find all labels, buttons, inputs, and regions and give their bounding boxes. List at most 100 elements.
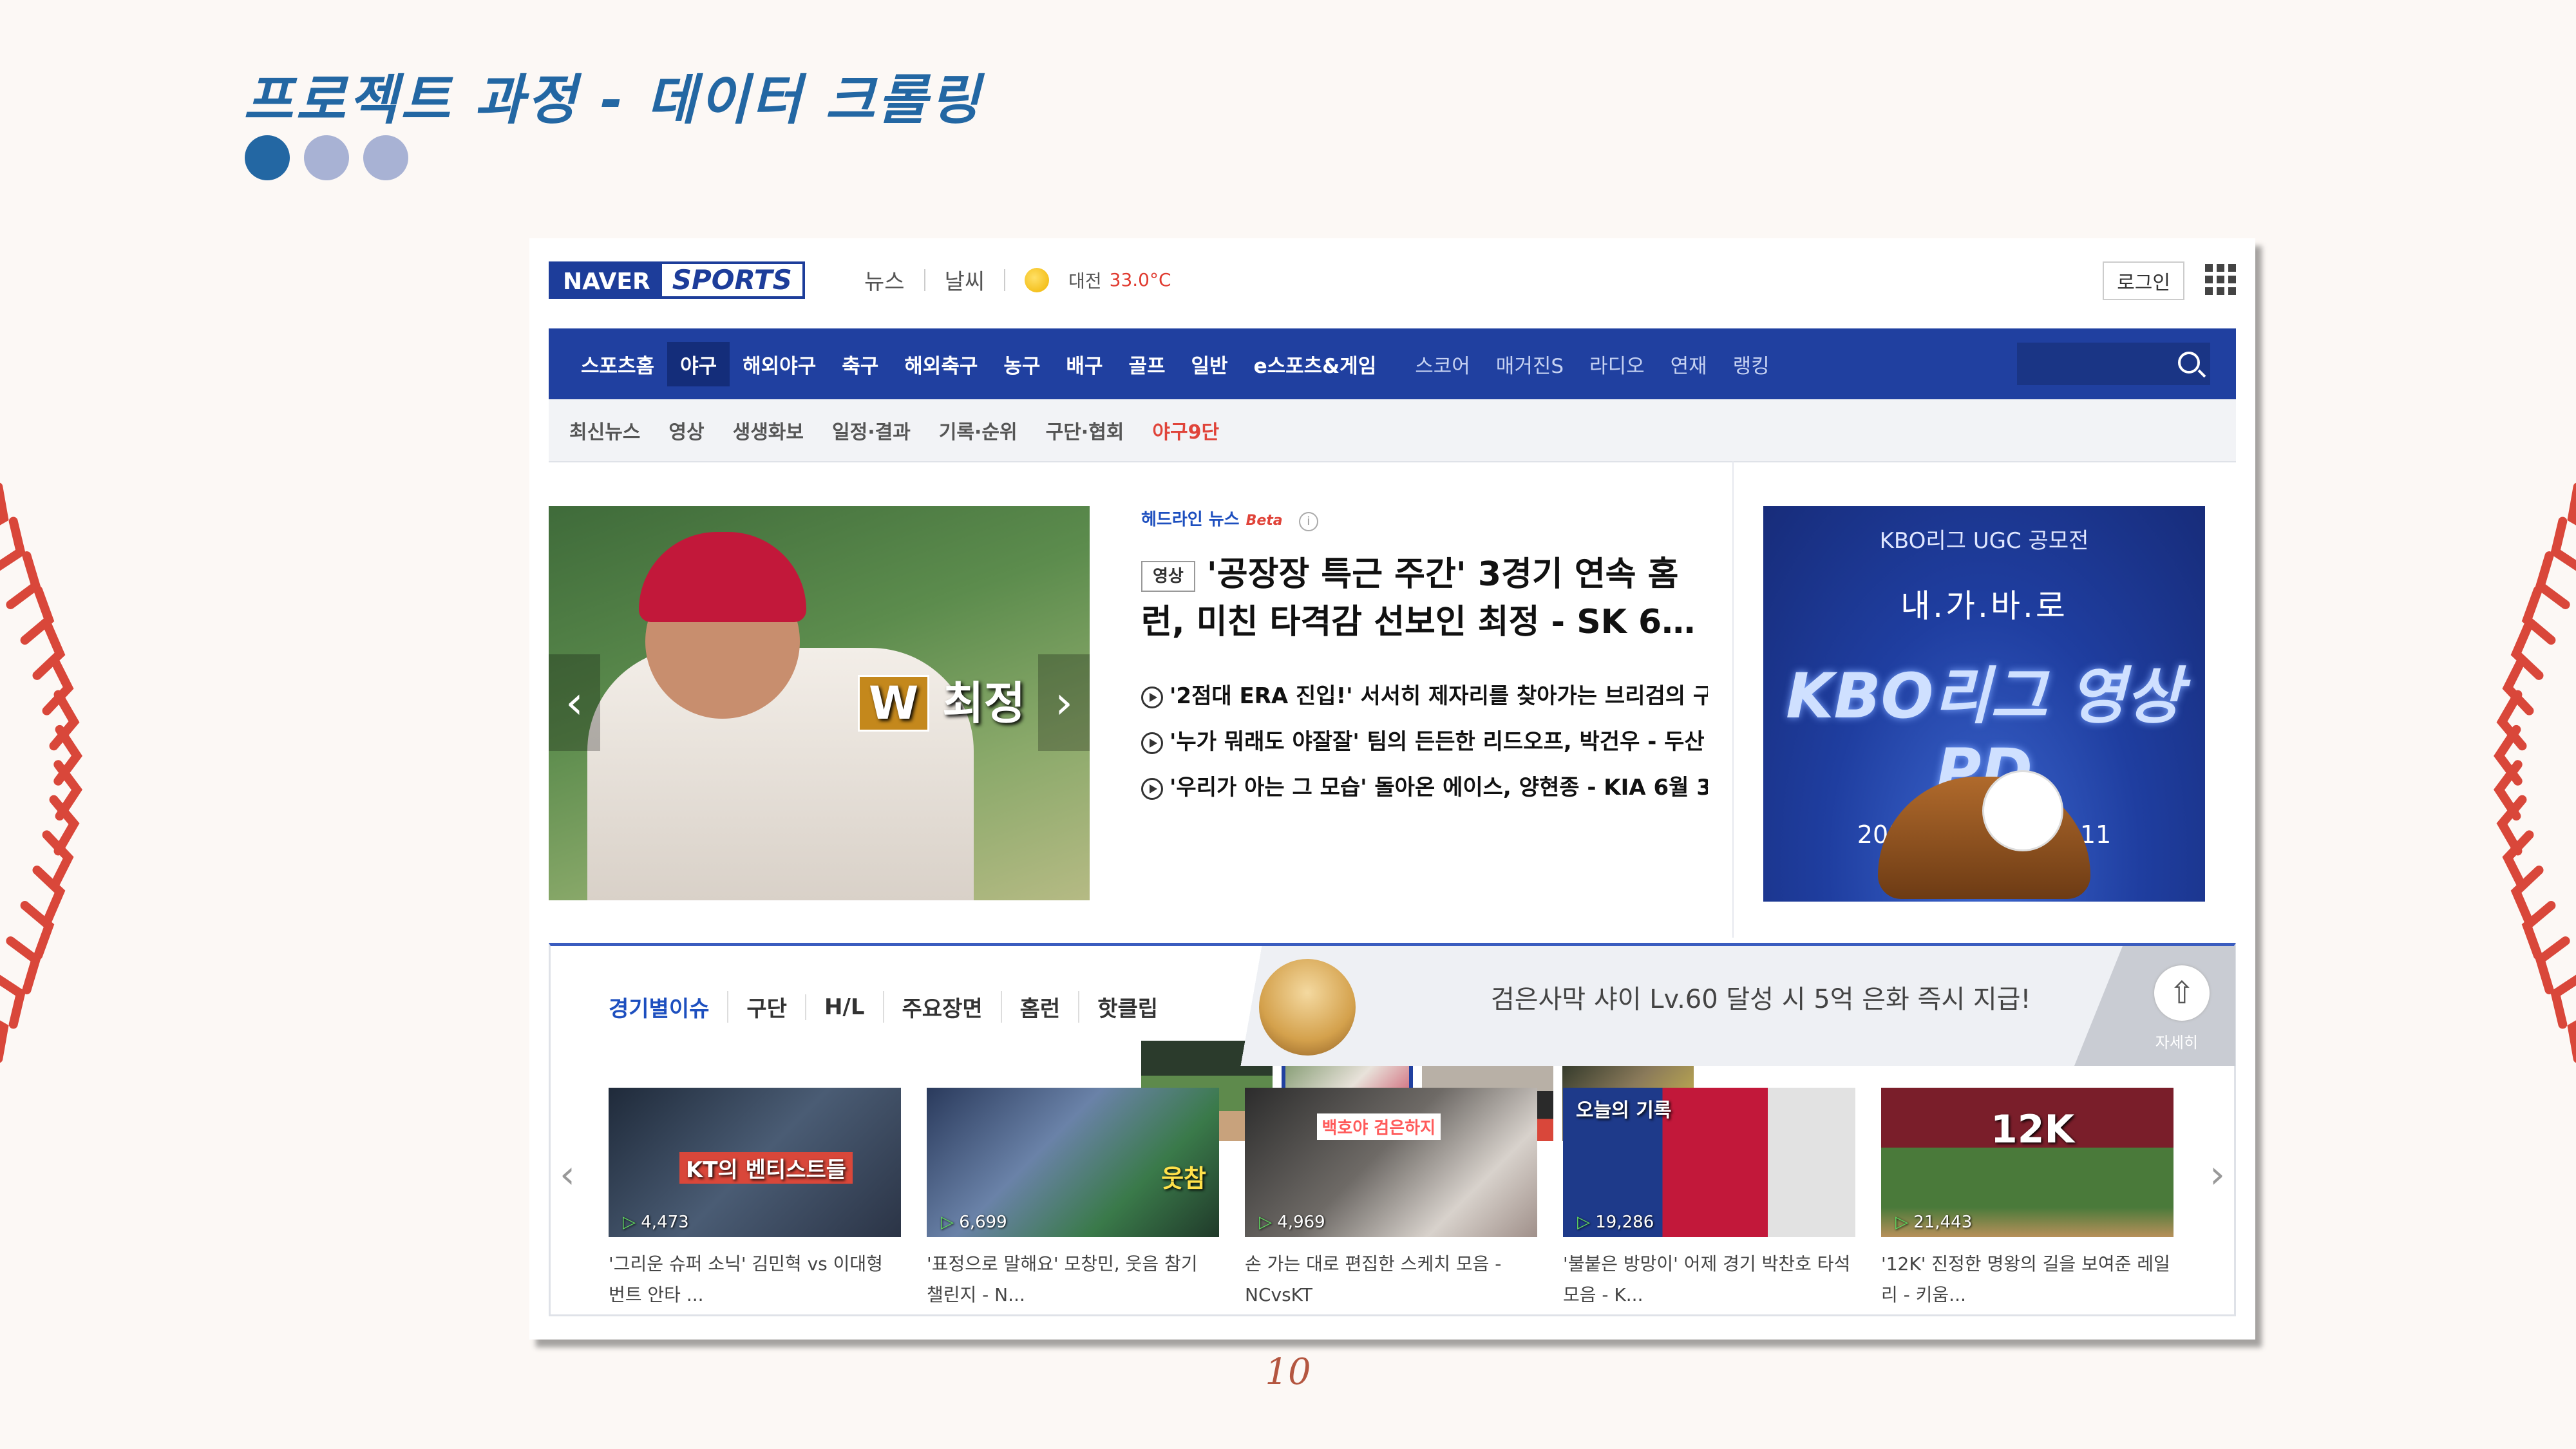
section-divider [1732,461,1734,938]
clip-item[interactable]: 백호야 검은하지 4,969 손 가는 대로 편집한 스케치 모음 - NCvs… [1245,1088,1537,1311]
naver-sports-logo[interactable]: NAVER SPORTS [549,261,805,299]
nav-radio[interactable]: 라디오 [1577,342,1658,386]
clip-item[interactable]: 웃참 6,699 '표정으로 말해요' 모창민, 웃음 참기 챌린지 - N..… [927,1088,1219,1311]
nav-esports[interactable]: e스포츠&게임 [1241,342,1390,386]
stitch-mark [2550,516,2576,574]
tab-game-issues[interactable]: 경기별이슈 [609,991,727,1023]
game-ad-banner[interactable]: 검은사막 샤이 Lv.60 달성 시 5억 은화 즉시 지급! ⇧ 자세히 [1220,946,2235,1066]
tab-homeruns[interactable]: 홈런 [1000,991,1079,1023]
subnav-video[interactable]: 영상 [668,416,704,444]
clip-views: 4,969 [1259,1213,1325,1232]
baseball-stitch-right [2494,482,2576,1063]
clip-overlay-text: 12K [1991,1107,2074,1152]
nav-basketball[interactable]: 농구 [990,342,1053,386]
arrow-up-icon[interactable]: ⇧ [2154,965,2210,1021]
clip-views: 19,286 [1577,1213,1654,1232]
hero-caption-name: 최정 [942,677,1026,730]
hero-prev-arrow[interactable]: ‹ [549,654,600,751]
subnav-schedule[interactable]: 일정·결과 [832,416,911,444]
clip-overlay-text: 백호야 검은하지 [1316,1113,1441,1140]
kbo-ugc-ad-banner[interactable]: KBO리그 UGC 공모전 내.가.바.로 KBO리그 영상PD 2019. 0… [1763,506,2205,902]
app-grid-icon[interactable] [2205,264,2236,295]
clip-overlay-text: 웃참 [1161,1164,1206,1193]
clip-caption: '그리운 슈퍼 소닉' 김민혁 vs 이대형 번트 안타 ... [609,1253,883,1305]
nav-sports-home[interactable]: 스포츠홈 [568,342,667,386]
clip-item[interactable]: 12K 21,443 '12K' 진정한 명왕의 길을 보여준 레일리 - 키움… [1881,1088,2174,1311]
nav-golf[interactable]: 골프 [1115,342,1178,386]
headline-title[interactable]: 영상 '공장장 특근 주간' 3경기 연속 홈런, 미친 타격감 선보인 최정 -… [1141,551,1708,646]
nav-score[interactable]: 스코어 [1402,342,1483,386]
headline-news: 헤드라인 뉴스 Beta i 영상 '공장장 특근 주간' 3경기 연속 홈런, 미… [1141,506,1708,1141]
clip-caption: '불붙은 방망이' 어제 경기 박찬호 타석 모음 - K... [1563,1253,1851,1305]
clip-overlay-text: KT의 벤티스트들 [679,1152,853,1184]
news-link[interactable]: 뉴스 [864,264,905,296]
headline-item[interactable]: '누가 뭐래도 야잘잘' 팀의 든든한 리드오프, 박건우 - 두산 … [1141,724,1708,755]
naver-sports-screenshot: NAVER SPORTS 뉴스 날씨 대전 33.0°C 로그인 스포츠홈 야구… [529,238,2255,1340]
nav-series[interactable]: 연재 [1658,342,1720,386]
headline-list: '2점대 ERA 진입!' 서서히 제자리를 찾아가는 브리검의 구… '누가 … [1141,678,1708,801]
top-bar: NAVER SPORTS 뉴스 날씨 대전 33.0°C 로그인 [529,238,2255,322]
headline-label: 헤드라인 뉴스 [1141,510,1240,529]
subnav-baseball9[interactable]: 야구9단 [1152,416,1219,444]
nav-overseas-baseball[interactable]: 해외야구 [730,342,829,386]
clip-list: KT의 벤티스트들 4,473 '그리운 슈퍼 소닉' 김민혁 vs 이대형 번… [609,1088,2174,1311]
banner-more-link[interactable]: 자세히 [2155,1030,2198,1052]
clip-item[interactable]: 오늘의 기록 19,286 '불붙은 방망이' 어제 경기 박찬호 타석 모음 … [1563,1088,1855,1311]
subnav-photo[interactable]: 생생화보 [733,416,804,444]
subnav-records[interactable]: 기록·순위 [939,416,1018,444]
nav-overseas-soccer[interactable]: 해외축구 [891,342,990,386]
top-links: 뉴스 날씨 대전 33.0°C [864,264,1171,296]
beta-badge: Beta [1245,513,1283,529]
tab-team[interactable]: 구단 [727,991,805,1023]
clip-thumbnail: 12K 21,443 [1881,1088,2174,1237]
subnav-teams[interactable]: 구단·협회 [1046,416,1124,444]
search-input[interactable] [2017,343,2210,385]
nav-magazine[interactable]: 매거진S [1483,342,1577,386]
clip-caption: '12K' 진정한 명왕의 길을 보여준 레일리 - 키움... [1881,1253,2170,1305]
issue-tabs: 경기별이슈 구단 H/L 주요장면 홈런 핫클립 [609,991,1176,1023]
clip-views: 4,473 [623,1213,688,1232]
nav-soccer[interactable]: 축구 [829,342,891,386]
wyverns-logo: W [858,675,930,732]
tab-hot-clips[interactable]: 핫클립 [1078,991,1176,1023]
clip-caption: 손 가는 대로 편집한 스케치 모음 - NCvsKT [1245,1253,1502,1305]
ad-line-2: 내.가.바.로 [1900,587,2068,625]
clips-next-arrow[interactable]: › [2210,1152,2225,1197]
banner-text: 검은사막 샤이 Lv.60 달성 시 5억 은화 즉시 지급! [1491,985,2031,1014]
weather-temp: 33.0°C [1109,269,1171,290]
clip-thumbnail: KT의 벤티스트들 4,473 [609,1088,901,1237]
sub-nav: 최신뉴스 영상 생생화보 일정·결과 기록·순위 구단·협회 야구9단 [549,399,2236,462]
nav-baseball[interactable]: 야구 [667,341,730,386]
issue-section: 경기별이슈 구단 H/L 주요장면 홈런 핫클립 검은사막 샤이 Lv.60 달… [549,943,2236,1316]
stitch-mark [0,516,26,574]
tab-highlights[interactable]: H/L [804,994,883,1020]
nav-ranking[interactable]: 랭킹 [1720,342,1783,386]
info-icon[interactable]: i [1298,512,1318,531]
nav-general[interactable]: 일반 [1179,342,1241,386]
login-button[interactable]: 로그인 [2103,261,2184,300]
sun-icon [1025,267,1050,292]
character-graphic [1259,959,1356,1056]
hero-image[interactable]: W 최정 ‹ › [549,506,1090,900]
play-icon [1141,686,1163,708]
stitch-mark [0,972,26,1029]
headline-item[interactable]: '2점대 ERA 진입!' 서서히 제자리를 찾아가는 브리검의 구… [1141,678,1708,710]
clip-item[interactable]: KT의 벤티스트들 4,473 '그리운 슈퍼 소닉' 김민혁 vs 이대형 번… [609,1088,901,1311]
weather-city: 대전 [1068,270,1102,292]
player-cap [639,532,806,622]
headline-title-text: '공장장 특근 주간' 3경기 연속 홈런, 미친 타격감 선보인 최정 - S… [1141,555,1696,641]
tab-key-scenes[interactable]: 주요장면 [882,991,1001,1023]
hero-next-arrow[interactable]: › [1038,654,1090,751]
ad-line-1: KBO리그 UGC 공모전 [1879,528,2089,554]
play-icon [1141,777,1163,800]
weather-link[interactable]: 날씨 [945,264,985,296]
hero-caption: W 최정 [858,667,1025,732]
nav-volleyball[interactable]: 배구 [1053,342,1115,386]
subnav-latest[interactable]: 최신뉴스 [569,416,640,444]
clips-prev-arrow[interactable]: ‹ [560,1152,575,1197]
headline-item[interactable]: '우리가 아는 그 모습' 돌아온 에이스, 양현종 - KIA 6월 3주… [1141,770,1708,801]
logo-naver: NAVER [551,264,662,296]
main-nav: 스포츠홈 야구 해외야구 축구 해외축구 농구 배구 골프 일반 e스포츠&게임… [549,328,2236,399]
dot-1 [245,135,290,180]
search-icon[interactable] [2178,352,2200,374]
